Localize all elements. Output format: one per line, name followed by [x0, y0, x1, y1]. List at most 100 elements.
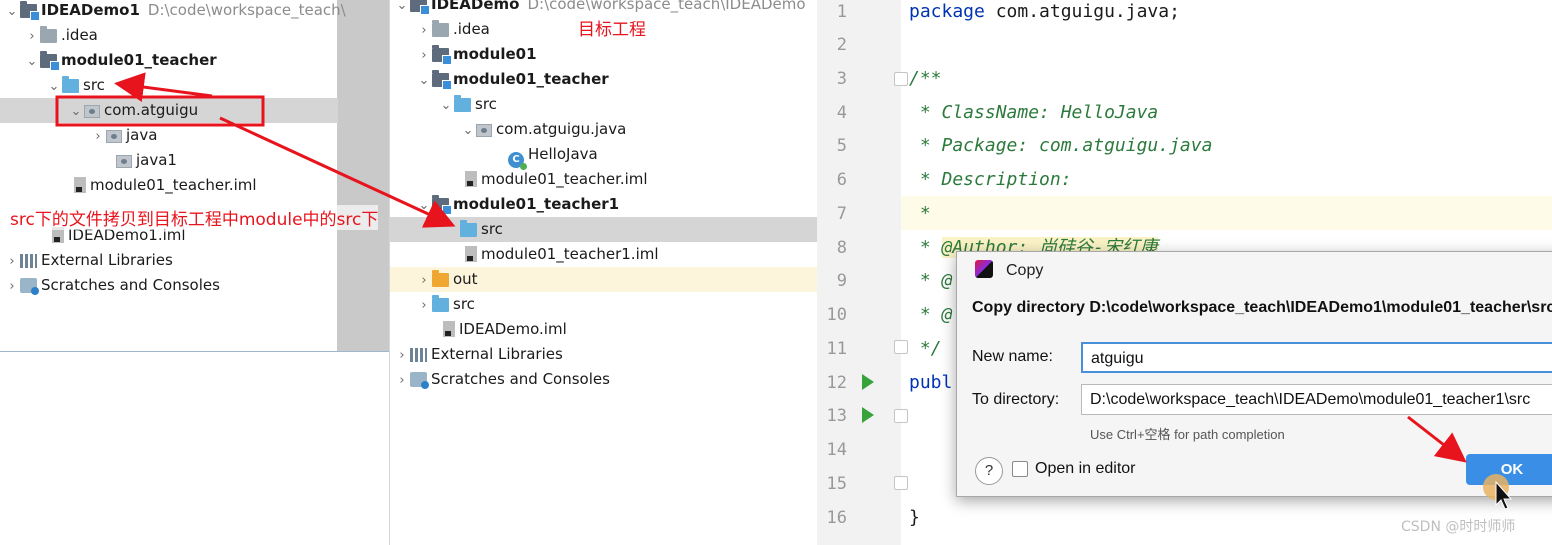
left-tree-root[interactable]: ⌄ IDEADemo1 D:\code\workspace_teach\ [4, 0, 346, 23]
scratches-icon [20, 278, 39, 295]
chevron-right-icon[interactable]: › [394, 343, 410, 368]
chevron-down-icon[interactable]: ⌄ [68, 99, 84, 124]
mid-tree-item-module01-teacher1[interactable]: ⌄ module01_teacher1 [416, 192, 619, 217]
mid-tree-item-external-libraries[interactable]: › External Libraries [394, 342, 562, 368]
left-tree-item-external-libraries[interactable]: › External Libraries [4, 248, 172, 274]
chevron-right-icon[interactable]: › [416, 43, 432, 68]
line-number: 15 [826, 474, 847, 494]
line-number: 10 [826, 305, 847, 325]
code-line-6: * Description: [909, 169, 1072, 190]
code-line-7: * [909, 203, 931, 224]
fold-icon[interactable] [894, 409, 908, 423]
left-tree-item-java[interactable]: › java [90, 123, 157, 148]
source-folder-icon [62, 76, 79, 93]
open-in-editor-checkbox[interactable] [1012, 461, 1028, 477]
line-number: 3 [836, 69, 847, 89]
chevron-down-icon[interactable]: ⌄ [394, 0, 410, 18]
chevron-down-icon[interactable]: ⌄ [416, 193, 432, 218]
code-line-9: * @ [909, 270, 953, 291]
mid-tree-item-teacher1-src[interactable]: src [390, 217, 817, 242]
mid-tree-item-idea[interactable]: › .idea [416, 17, 490, 42]
left-tree-scrollbar[interactable] [337, 0, 389, 351]
mid-tree-item-module01-teacher[interactable]: ⌄ module01_teacher [416, 67, 609, 92]
mid-tree-item-module01-teacher1-iml[interactable]: module01_teacher1.iml [465, 242, 659, 267]
to-directory-label: To directory: [972, 391, 1060, 408]
module-folder-icon [432, 70, 452, 90]
line-number: 13 [826, 406, 847, 426]
output-folder-icon [432, 270, 449, 287]
chevron-right-icon[interactable]: › [4, 249, 20, 274]
chevron-right-icon[interactable]: › [90, 124, 106, 149]
path-completion-hint: Use Ctrl+空格 for path completion [1090, 427, 1285, 442]
left-tree-item-java1[interactable]: java1 [116, 148, 177, 173]
left-tree-item-scratches[interactable]: › Scratches and Consoles [4, 273, 220, 298]
source-folder-icon [460, 220, 477, 237]
line-number: 2 [836, 35, 847, 55]
line-number: 8 [836, 238, 847, 258]
mid-tree-item-src[interactable]: ⌄ src [438, 92, 497, 117]
chevron-right-icon[interactable]: › [394, 368, 410, 393]
left-project-tree: ⌄ IDEADemo1 D:\code\workspace_teach\ › .ide… [0, 0, 390, 352]
chevron-down-icon[interactable]: ⌄ [24, 49, 40, 74]
open-in-editor-label[interactable]: Open in editor [1035, 460, 1136, 478]
left-tree-item-module01-teacher-iml[interactable]: module01_teacher.iml [74, 173, 257, 198]
chevron-down-icon[interactable]: ⌄ [438, 93, 454, 118]
keyword-package: package [909, 1, 985, 22]
new-name-input[interactable]: atguigu [1081, 342, 1552, 373]
new-name-label: New name: [972, 348, 1053, 365]
iml-file-icon [443, 321, 455, 337]
package-icon [106, 130, 122, 143]
line-number: 5 [836, 136, 847, 156]
run-icon[interactable] [862, 407, 874, 423]
code-line-5: * Package: com.atguigu.java [909, 135, 1213, 156]
package-icon [476, 124, 492, 137]
mid-tree-item-root-src[interactable]: › src [416, 292, 475, 317]
package-icon [116, 155, 132, 168]
mid-tree-item-scratches[interactable]: › Scratches and Consoles [394, 367, 610, 392]
copy-dialog: Copy Copy directory D:\code\workspace_te… [956, 251, 1552, 497]
module-folder-icon [40, 51, 60, 71]
library-icon [20, 254, 37, 268]
chevron-down-icon[interactable]: ⌄ [460, 118, 476, 143]
line-number: 9 [836, 271, 847, 291]
package-icon [84, 105, 100, 118]
fold-icon[interactable] [894, 476, 908, 490]
left-tree-item-idea[interactable]: › .idea [24, 23, 98, 48]
chevron-down-icon[interactable]: ⌄ [416, 68, 432, 93]
code-line-1: package com.atguigu.java; [909, 0, 1180, 29]
fold-icon[interactable] [894, 72, 908, 86]
fold-icon[interactable] [894, 340, 908, 354]
to-directory-input[interactable]: D:\code\workspace_teach\IDEADemo\module0… [1081, 384, 1552, 415]
code-line-12: publ [909, 372, 953, 393]
mid-tree-item-module01-teacher-iml[interactable]: module01_teacher.iml [465, 167, 648, 192]
mid-tree-item-ideademo-iml[interactable]: IDEADemo.iml [443, 317, 567, 342]
left-tree-item-com-atguigu[interactable]: ⌄ com.atguigu [0, 98, 338, 123]
chevron-right-icon[interactable]: › [416, 268, 432, 293]
dialog-message: Copy directory D:\code\workspace_teach\I… [972, 299, 1552, 316]
mid-tree-item-module01[interactable]: › module01 [416, 42, 537, 67]
mid-tree-item-com-atguigu-java[interactable]: ⌄ com.atguigu.java [460, 117, 627, 143]
mid-tree-item-out[interactable]: › out [390, 267, 817, 292]
code-line-11: */ [909, 338, 942, 359]
code-line-10: * @ [909, 304, 953, 325]
ok-button[interactable]: OK [1466, 454, 1552, 485]
left-tree-item-module01-teacher[interactable]: ⌄ module01_teacher [24, 48, 217, 73]
run-icon[interactable] [862, 374, 874, 390]
dialog-title: Copy [1006, 262, 1044, 279]
chevron-down-icon[interactable]: ⌄ [4, 0, 20, 24]
chevron-right-icon[interactable]: › [4, 274, 20, 299]
chevron-right-icon[interactable]: › [416, 293, 432, 318]
package-name: com.atguigu.java; [984, 1, 1180, 22]
mid-tree-item-hellojava[interactable]: C HelloJava [508, 142, 598, 170]
chevron-right-icon[interactable]: › [416, 18, 432, 43]
module-folder-icon [432, 195, 452, 215]
middle-project-tree: ⌄ IDEADemo D:\code\workspace_teach\IDEADem… [389, 0, 817, 545]
line-number: 14 [826, 440, 847, 460]
chevron-right-icon[interactable]: › [24, 24, 40, 49]
left-tree-item-src[interactable]: ⌄ src [46, 73, 105, 98]
line-number: 11 [826, 339, 847, 359]
chevron-down-icon[interactable]: ⌄ [46, 74, 62, 99]
help-button[interactable]: ? [975, 457, 1003, 485]
source-folder-icon [432, 295, 449, 312]
target-project-annotation: 目标工程 [578, 20, 646, 40]
